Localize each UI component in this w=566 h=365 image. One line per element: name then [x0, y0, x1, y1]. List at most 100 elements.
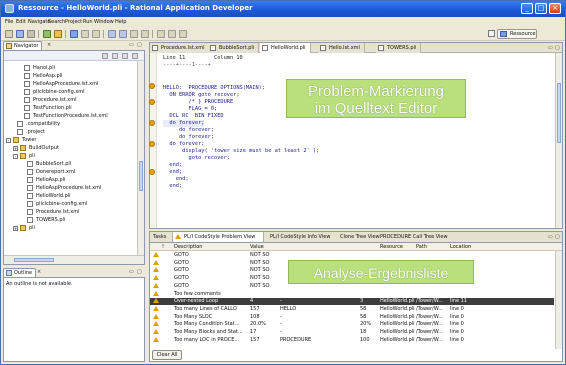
tab-hello-lst[interactable]: Hello.lst.xml: [318, 43, 365, 53]
clear-all-button[interactable]: Clear All: [152, 350, 182, 360]
code-line[interactable]: display( 'tower size must be at least 2'…: [163, 148, 319, 155]
editor-ruler-scale: ----+----1----+: [163, 62, 211, 68]
forward-icon[interactable]: [119, 30, 127, 38]
table-row[interactable]: Too few comments: [150, 290, 554, 298]
print-icon[interactable]: [27, 30, 35, 38]
minimize-view-icon[interactable]: ▭: [548, 234, 553, 240]
search-icon[interactable]: [81, 30, 89, 38]
table-cell: 157: [250, 336, 260, 343]
outline-icon[interactable]: [168, 30, 176, 38]
table-cell: -: [280, 329, 282, 335]
problem-marker-icon[interactable]: [149, 141, 155, 147]
warning-icon: [153, 336, 159, 342]
scrollbar-thumb[interactable]: [14, 258, 54, 262]
warning-icon: [153, 321, 159, 327]
minimize-button[interactable]: _: [521, 3, 533, 14]
format-icon[interactable]: [157, 30, 165, 38]
tab-helloworld[interactable]: HelloWorld.pli: [260, 43, 311, 53]
problem-marker-icon[interactable]: [149, 99, 155, 105]
maximize-view-icon[interactable]: ▢: [137, 42, 142, 48]
menu-edit[interactable]: Edit: [16, 19, 26, 25]
perspective-icon[interactable]: [488, 30, 495, 37]
menu-file[interactable]: File: [5, 19, 13, 25]
text-icon[interactable]: [179, 30, 187, 38]
table-row[interactable]: Over-nested Loop 4 - 3 HelloWorld.pli/Tower/…: [150, 298, 554, 306]
scrollbar-thumb[interactable]: [557, 83, 561, 143]
close-button[interactable]: ×: [549, 3, 561, 14]
table-row[interactable]: Too many LOC in PROCE... 157 PROCEDURE 100 H…: [150, 336, 554, 344]
code-line[interactable]: do forever;: [163, 120, 205, 127]
menu-help[interactable]: Help: [115, 19, 126, 25]
navigator-hscrollbar[interactable]: [4, 255, 144, 264]
maximize-button[interactable]: □: [535, 3, 547, 14]
code-line[interactable]: ON ERROR goto recover;: [163, 92, 239, 99]
menu-project[interactable]: Project: [65, 19, 82, 25]
up-icon[interactable]: [122, 53, 128, 59]
debug-icon[interactable]: [54, 30, 62, 38]
editor-scrollbar[interactable]: [555, 53, 562, 228]
menu-search[interactable]: Search: [48, 19, 65, 25]
code-line[interactable]: end;: [163, 176, 189, 183]
code-line[interactable]: do forever;: [163, 127, 214, 134]
problem-marker-icon[interactable]: [149, 169, 155, 175]
minimize-view-icon[interactable]: ▭: [548, 45, 553, 51]
callout-problem-markers: Problem-Markierung im Quelltext Editor: [286, 79, 466, 118]
run-icon[interactable]: [70, 30, 78, 38]
forward-icon[interactable]: [112, 53, 118, 59]
tab-bubblesort[interactable]: BubbleSort.pli: [208, 43, 260, 53]
maximize-view-icon[interactable]: ▢: [137, 269, 142, 275]
table-cell: 17: [250, 329, 257, 335]
table-row[interactable]: Too Many Blocks and Stat... 17 - 18 HelloWor…: [150, 329, 554, 336]
maximize-view-icon[interactable]: ▢: [555, 45, 560, 51]
scrollbar-thumb[interactable]: [139, 161, 143, 191]
menu-icon[interactable]: [132, 53, 138, 59]
minimize-view-icon[interactable]: ▭: [129, 269, 134, 275]
table-row[interactable]: Too Many SLOC 108 - 58 HelloWorld.pli/Tower/…: [150, 313, 554, 321]
minimize-view-icon[interactable]: ▭: [129, 42, 134, 48]
code-line[interactable]: end;: [163, 169, 182, 176]
code-line[interactable]: HELLO: PROCEDURE OPTIONS(MAIN);: [163, 85, 265, 92]
problems-scrollbar[interactable]: [555, 251, 562, 349]
menu-run[interactable]: Run: [83, 19, 93, 25]
table-cell: 100: [360, 336, 370, 343]
code-line[interactable]: goto recover;: [163, 155, 230, 162]
menu-window[interactable]: Window: [94, 19, 114, 25]
new-icon[interactable]: [5, 30, 13, 38]
pin-icon[interactable]: [130, 30, 138, 38]
back-icon[interactable]: [108, 30, 116, 38]
tab-call-tree-view[interactable]: PROCEDURE Call Tree View: [380, 234, 448, 240]
table-cell: Too Many SLOC: [174, 313, 213, 320]
navigator-scrollbar[interactable]: [137, 61, 144, 255]
table-cell: Too many Lines of CALLO: [174, 305, 237, 312]
table-row[interactable]: Too Many Condition Stat... 20.0% - 20% Hello…: [150, 321, 554, 328]
problem-marker-icon[interactable]: [149, 120, 155, 126]
build-icon[interactable]: [43, 30, 51, 38]
arrow-icon[interactable]: [141, 30, 149, 38]
problems-tab-bar: Tasks PL/I CodeStyle Problem View PL/I C…: [149, 231, 563, 242]
close-icon[interactable]: ×: [37, 269, 41, 275]
tab-tasks[interactable]: Tasks: [153, 234, 166, 240]
code-line[interactable]: do forever;: [163, 134, 214, 141]
code-line[interactable]: FLAG = 0;: [163, 106, 218, 113]
open-type-icon[interactable]: [92, 30, 100, 38]
tab-outline[interactable]: Outline: [3, 268, 37, 277]
code-line[interactable]: end;: [163, 162, 182, 169]
table-row[interactable]: GOTO NOT SO: [150, 252, 554, 259]
tab-towers[interactable]: TOWERS.pli: [376, 43, 422, 53]
code-line[interactable]: do forever;: [163, 141, 204, 148]
tab-codestyle-info-view[interactable]: PL/I CodeStyle Info View: [270, 234, 330, 240]
code-line[interactable]: /* } PROCEDURE: [163, 99, 234, 106]
save-icon[interactable]: [16, 30, 24, 38]
tab-navigator[interactable]: Navigator: [3, 41, 43, 50]
tab-codestyle-problem-view[interactable]: PL/I CodeStyle Problem View: [172, 232, 264, 242]
code-line[interactable]: end;: [163, 183, 182, 190]
code-line[interactable]: DCL RC BIN FIXED: [163, 113, 223, 120]
tab-procedure-lst[interactable]: Procedure.lst.xml: [150, 43, 210, 53]
table-row[interactable]: Too many Lines of CALLO 157 HELLO 58 HelloWo…: [150, 305, 554, 313]
resource-perspective-button[interactable]: Ressource: [497, 29, 537, 39]
problem-marker-icon[interactable]: [149, 83, 155, 89]
close-icon[interactable]: ×: [47, 42, 51, 48]
tab-clone-tree-view[interactable]: Clone Tree View: [340, 234, 380, 240]
maximize-view-icon[interactable]: ▢: [555, 234, 560, 240]
back-icon[interactable]: [102, 53, 108, 59]
